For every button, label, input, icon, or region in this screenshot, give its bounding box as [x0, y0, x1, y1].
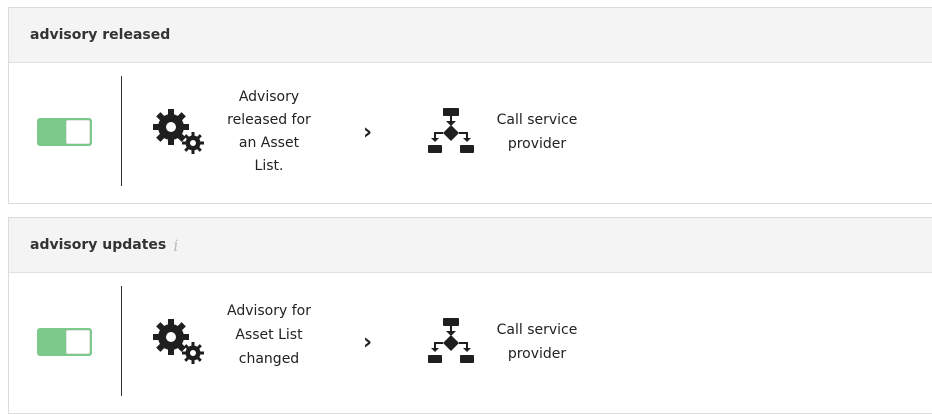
action-line: provider: [507, 346, 567, 362]
action-description: Call service provider: [487, 108, 587, 156]
trigger-line: Advisory: [238, 89, 300, 105]
divider: [121, 286, 122, 396]
action-line: Call service: [496, 112, 578, 128]
action-line: Call service: [496, 322, 578, 338]
divider: [121, 76, 122, 186]
gears-icon: [151, 107, 209, 155]
rule-enabled-toggle[interactable]: [37, 118, 92, 146]
rule-body: Advisory for Asset List changed › Call s…: [9, 273, 932, 413]
chevron-right-icon: ›: [363, 120, 373, 145]
rule-enabled-toggle[interactable]: [37, 328, 92, 356]
trigger-line: Advisory for: [227, 303, 311, 319]
rule-header: advisory released: [9, 8, 932, 63]
info-icon[interactable]: i: [173, 236, 178, 255]
trigger-line: an Asset: [238, 135, 300, 151]
rule-title: advisory updates: [30, 237, 167, 253]
toggle-knob: [66, 120, 90, 144]
chevron-right-icon: ›: [363, 330, 373, 355]
trigger-line: released for: [227, 112, 311, 128]
rule-card-advisory-released: advisory released Advisory released for …: [8, 7, 932, 204]
rule-body: Advisory released for an Asset List. › C…: [9, 63, 932, 203]
rule-header: advisory updates i: [9, 218, 932, 273]
trigger-description: Advisory released for an Asset List.: [209, 86, 329, 178]
gears-icon: [151, 317, 209, 365]
flowchart-icon: [428, 317, 474, 365]
rule-card-advisory-updates: advisory updates i Advisory for Asset Li…: [8, 217, 932, 414]
action-description: Call service provider: [487, 318, 587, 366]
trigger-line: changed: [238, 351, 300, 367]
action-line: provider: [507, 136, 567, 152]
rule-title: advisory released: [30, 27, 171, 43]
trigger-line: List.: [254, 158, 284, 174]
flowchart-icon: [428, 107, 474, 155]
trigger-description: Advisory for Asset List changed: [209, 299, 329, 371]
toggle-knob: [66, 330, 90, 354]
trigger-line: Asset List: [235, 327, 303, 343]
